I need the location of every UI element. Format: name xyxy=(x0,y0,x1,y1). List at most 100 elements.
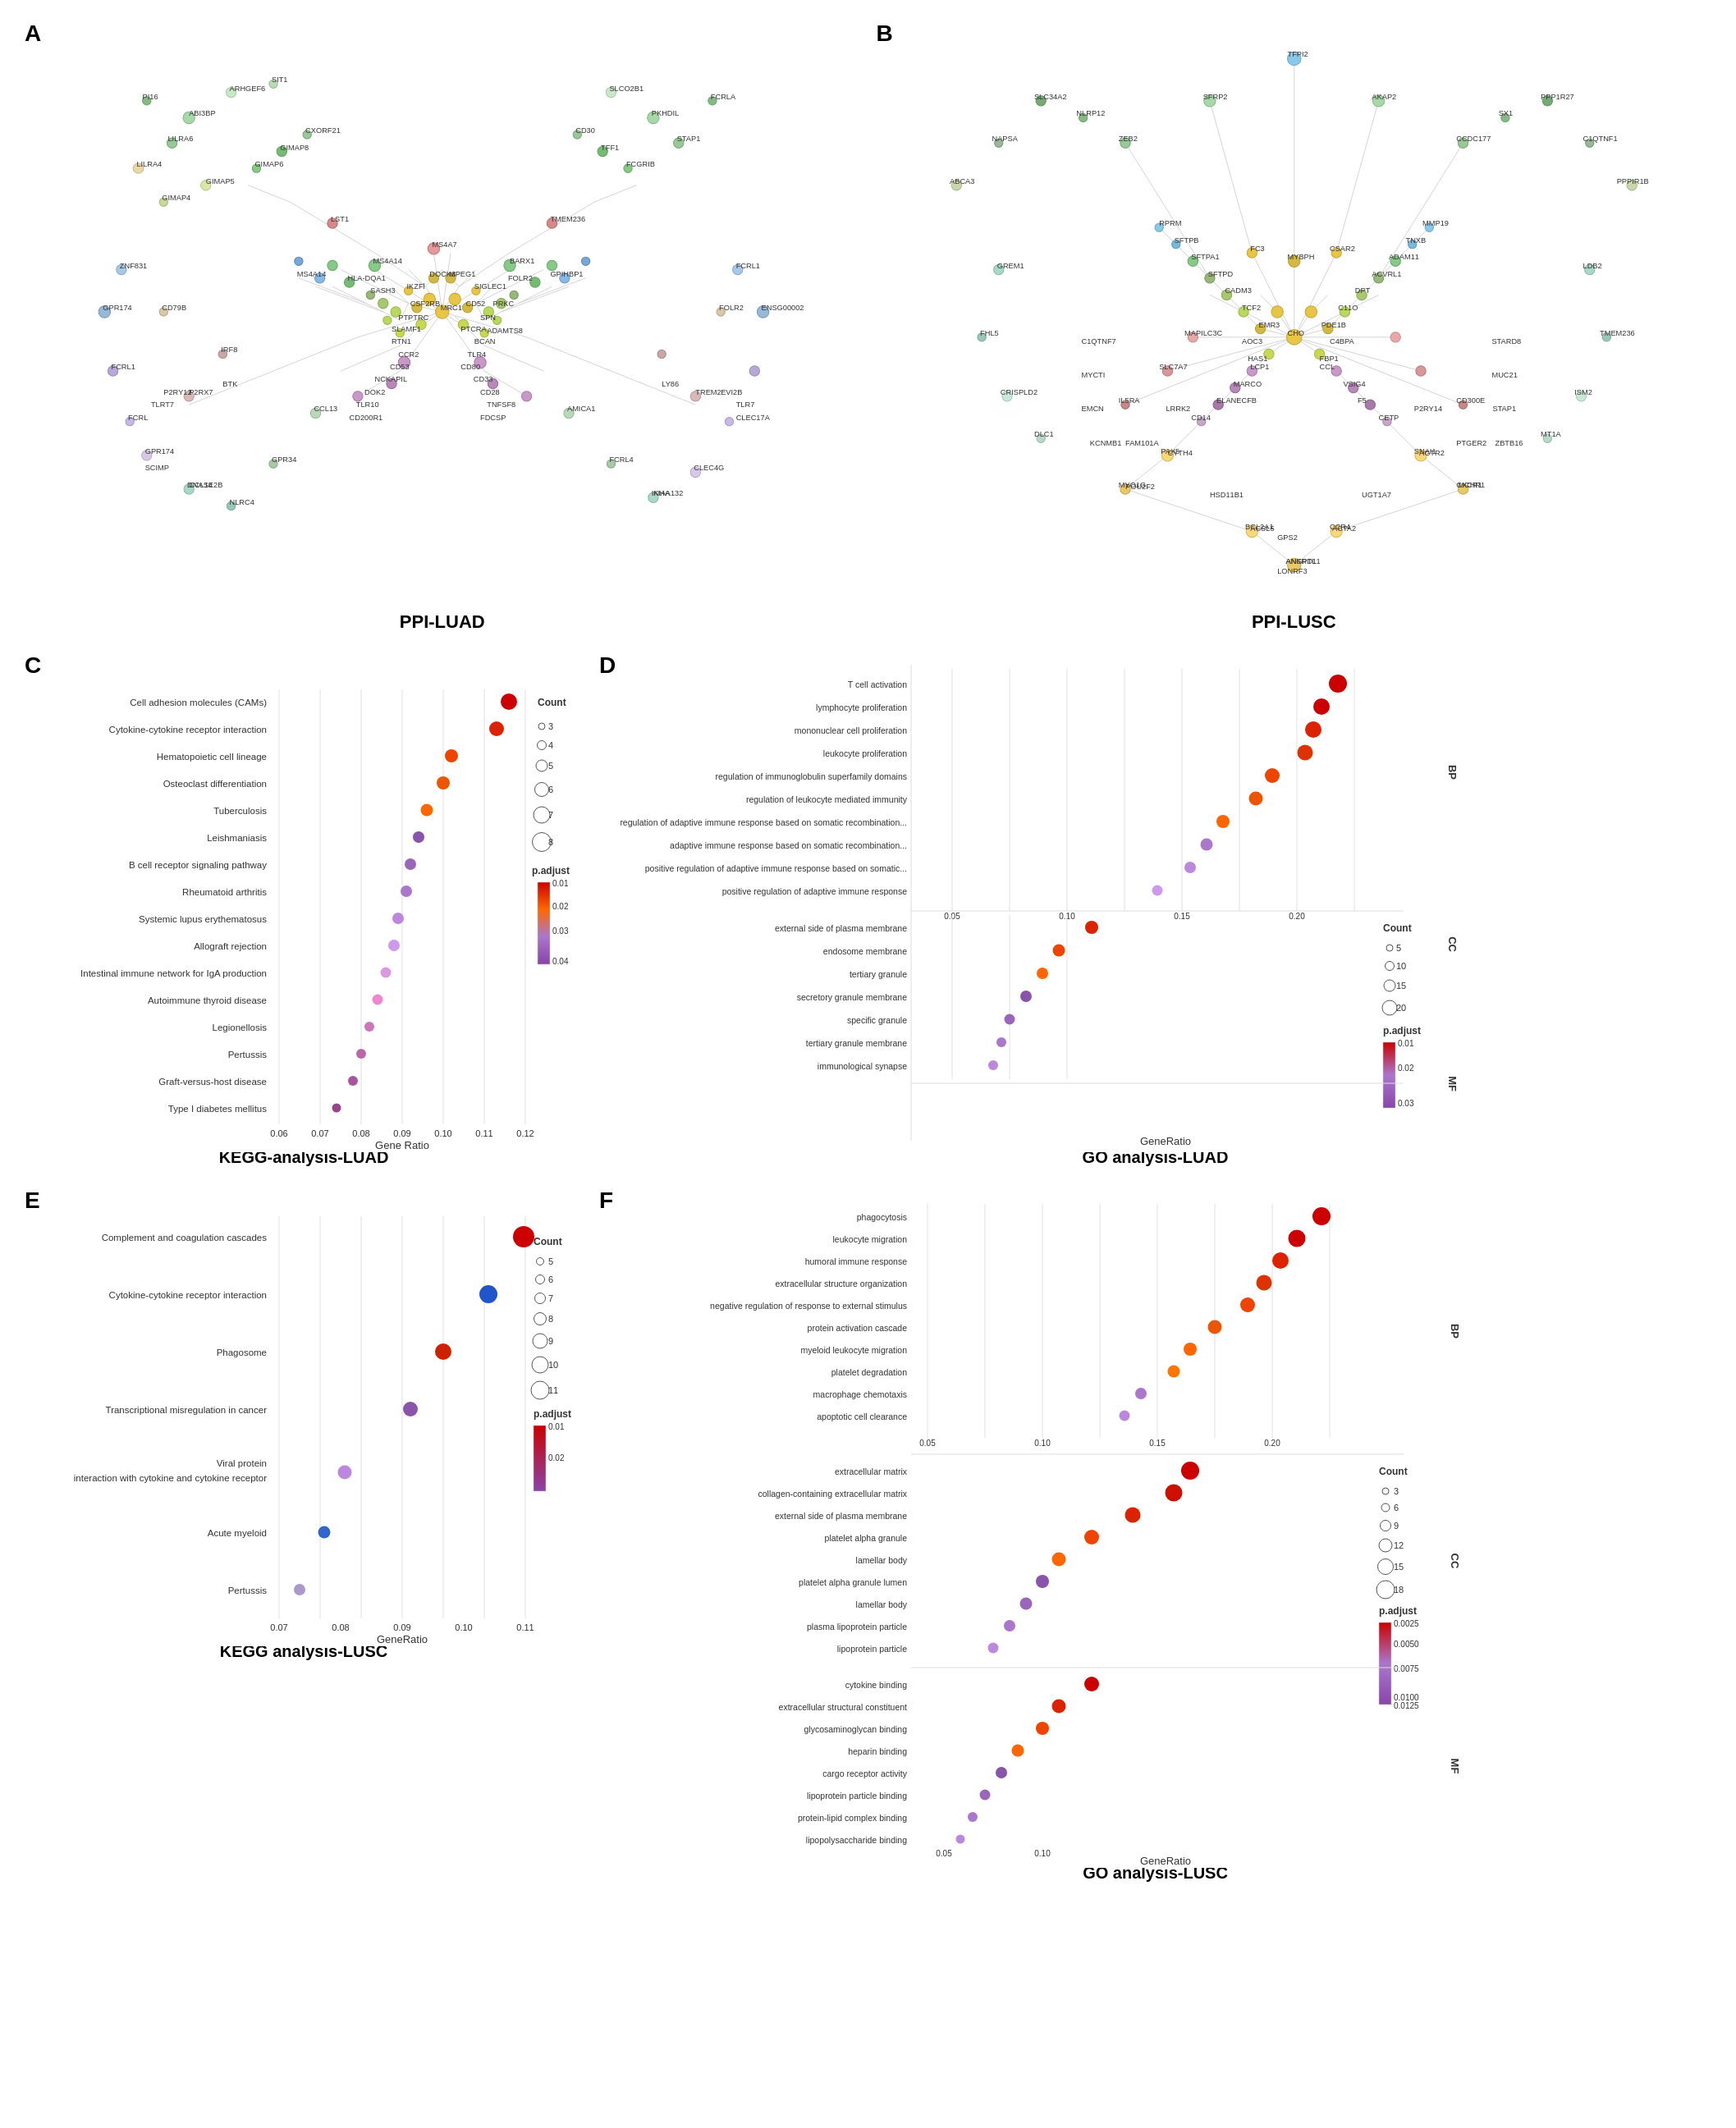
svg-text:Count: Count xyxy=(534,1236,562,1247)
svg-point-608 xyxy=(1381,1503,1390,1512)
bp-dot-3 xyxy=(1305,721,1321,738)
svg-text:LONRF3: LONRF3 xyxy=(1277,567,1308,575)
bp-dot-F-8 xyxy=(1168,1366,1180,1378)
svg-text:CD53: CD53 xyxy=(390,363,410,371)
legend-padjust-E: p.adjust 0.01 0.02 xyxy=(534,1408,571,1491)
svg-text:ABI3BP: ABI3BP xyxy=(189,109,215,117)
svg-text:platelet alpha granule: platelet alpha granule xyxy=(825,1533,908,1543)
svg-text:FAM101A: FAM101A xyxy=(1125,439,1159,447)
svg-point-464 xyxy=(538,723,545,730)
svg-text:AGTR2: AGTR2 xyxy=(1418,449,1444,457)
svg-text:PI16: PI16 xyxy=(143,93,158,101)
svg-text:CD52: CD52 xyxy=(466,300,486,308)
svg-text:SLC7A7: SLC7A7 xyxy=(1159,363,1187,371)
svg-text:18: 18 xyxy=(1394,1585,1404,1595)
mf-dot-F-3 xyxy=(1036,1722,1049,1735)
svg-text:humoral immune response: humoral immune response xyxy=(805,1256,907,1266)
bp-dot-F-4 xyxy=(1257,1275,1272,1291)
svg-text:SX1: SX1 xyxy=(1498,109,1512,117)
svg-text:Systemic lupus erythematosus: Systemic lupus erythematosus xyxy=(139,914,267,924)
svg-text:LY86: LY86 xyxy=(662,380,679,388)
svg-text:0.10: 0.10 xyxy=(1034,1439,1051,1448)
dot-5 xyxy=(421,804,433,817)
svg-text:3: 3 xyxy=(548,721,553,731)
svg-text:FHL5: FHL5 xyxy=(980,329,999,337)
svg-text:FBP1: FBP1 xyxy=(1319,355,1338,363)
svg-point-556 xyxy=(537,1258,544,1265)
cc-dot-F-8 xyxy=(1004,1620,1015,1631)
svg-text:Autoimmune thyroid disease: Autoimmune thyroid disease xyxy=(148,995,267,1005)
svg-text:Count: Count xyxy=(1383,922,1412,934)
panel-title-B: PPI-LUSC xyxy=(868,611,1720,637)
svg-text:EMCN: EMCN xyxy=(1081,405,1103,413)
dot-7 xyxy=(405,858,416,870)
svg-text:15: 15 xyxy=(1394,1562,1404,1572)
go-lusc-svg: BP phagocytosis leukocyte migration humo… xyxy=(599,1192,1461,1865)
svg-text:GIMAP4: GIMAP4 xyxy=(162,194,190,202)
mf-dot-F-8 xyxy=(956,1835,965,1844)
legend-count-C: Count 3 4 5 6 7 8 xyxy=(533,697,566,852)
dotplot-E: Complement and coagulation cascades Cyto… xyxy=(25,1192,583,1646)
svg-text:CCL: CCL xyxy=(1319,363,1335,371)
svg-text:tertiary granule: tertiary granule xyxy=(850,969,907,979)
x-axis-bp-labels-F: 0.05 0.10 0.15 0.20 xyxy=(919,1439,1280,1448)
svg-point-95 xyxy=(581,257,589,265)
bp-label-F: BP xyxy=(1449,1324,1461,1339)
svg-text:LILRA6: LILRA6 xyxy=(167,135,193,143)
svg-text:0.08: 0.08 xyxy=(332,1622,349,1632)
svg-text:adaptive immune response based: adaptive immune response based on somati… xyxy=(670,840,907,850)
panel-label-D: D xyxy=(599,652,616,679)
svg-text:tertiary granule membrane: tertiary granule membrane xyxy=(806,1038,907,1048)
svg-text:GPR174: GPR174 xyxy=(145,447,174,455)
panel-A: A xyxy=(16,16,868,640)
svg-text:lymphocyte proliferation: lymphocyte proliferation xyxy=(816,702,907,712)
svg-text:AMICA1: AMICA1 xyxy=(567,405,595,413)
svg-rect-619 xyxy=(1379,1622,1391,1705)
svg-text:lamellar body: lamellar body xyxy=(856,1599,908,1609)
dot-E-7 xyxy=(294,1584,305,1595)
svg-text:p.adjust: p.adjust xyxy=(532,865,570,876)
bp-dot-7 xyxy=(1216,815,1230,828)
network-B: TFPI2 SFRP2 AKAP2 ZEB2 CCDC177 NLRP12 SX… xyxy=(868,16,1720,607)
cc-dot-F-4 xyxy=(1084,1530,1099,1545)
svg-text:VSIG4: VSIG4 xyxy=(1343,380,1365,388)
svg-point-91 xyxy=(547,260,557,270)
dot-4 xyxy=(437,776,450,789)
svg-text:7: 7 xyxy=(548,1293,553,1303)
svg-text:GIMAP8: GIMAP8 xyxy=(280,144,309,152)
bp-dot-5 xyxy=(1265,768,1280,783)
svg-text:ELANECFB: ELANECFB xyxy=(1216,396,1257,405)
svg-text:PTPTRC: PTPTRC xyxy=(398,313,428,322)
svg-point-516 xyxy=(1037,968,1048,979)
svg-text:FCRL: FCRL xyxy=(128,414,148,422)
svg-text:LST1: LST1 xyxy=(331,215,349,223)
svg-text:SIGLEC1: SIGLEC1 xyxy=(474,282,506,291)
svg-text:protein-lipid complex binding: protein-lipid complex binding xyxy=(798,1813,907,1823)
svg-text:0.20: 0.20 xyxy=(1289,912,1305,921)
svg-text:P2RY12: P2RY12 xyxy=(163,388,191,396)
cc-dot-F-2 xyxy=(1166,1485,1183,1502)
svg-text:Leishmaniasis: Leishmaniasis xyxy=(207,833,267,843)
bp-dot-F-7 xyxy=(1184,1343,1197,1356)
svg-text:MUC21: MUC21 xyxy=(1491,371,1517,379)
svg-text:endosome membrane: endosome membrane xyxy=(823,946,907,956)
svg-text:FDCSP: FDCSP xyxy=(480,414,506,422)
svg-point-299 xyxy=(1305,306,1317,318)
svg-point-324 xyxy=(1365,400,1375,410)
mf-dot-F-4 xyxy=(1012,1745,1024,1757)
svg-text:MS4A14: MS4A14 xyxy=(373,257,401,265)
svg-text:SLC34A2: SLC34A2 xyxy=(1033,93,1066,101)
svg-text:CLEC4G: CLEC4G xyxy=(694,464,724,472)
cc-dot-F-9 xyxy=(988,1643,999,1654)
svg-text:CRISPLD2: CRISPLD2 xyxy=(1000,388,1037,396)
svg-point-526 xyxy=(1384,980,1395,991)
mf-label-D: MF xyxy=(1446,1076,1459,1091)
svg-text:ACSL5: ACSL5 xyxy=(1250,524,1274,533)
svg-text:CCDC177: CCDC177 xyxy=(1456,135,1491,143)
panel-label-C: C xyxy=(25,652,41,679)
svg-point-101 xyxy=(521,391,531,401)
svg-text:0.05: 0.05 xyxy=(936,1849,952,1858)
svg-point-564 xyxy=(533,1334,547,1348)
svg-point-468 xyxy=(536,760,547,771)
svg-point-558 xyxy=(536,1275,545,1284)
